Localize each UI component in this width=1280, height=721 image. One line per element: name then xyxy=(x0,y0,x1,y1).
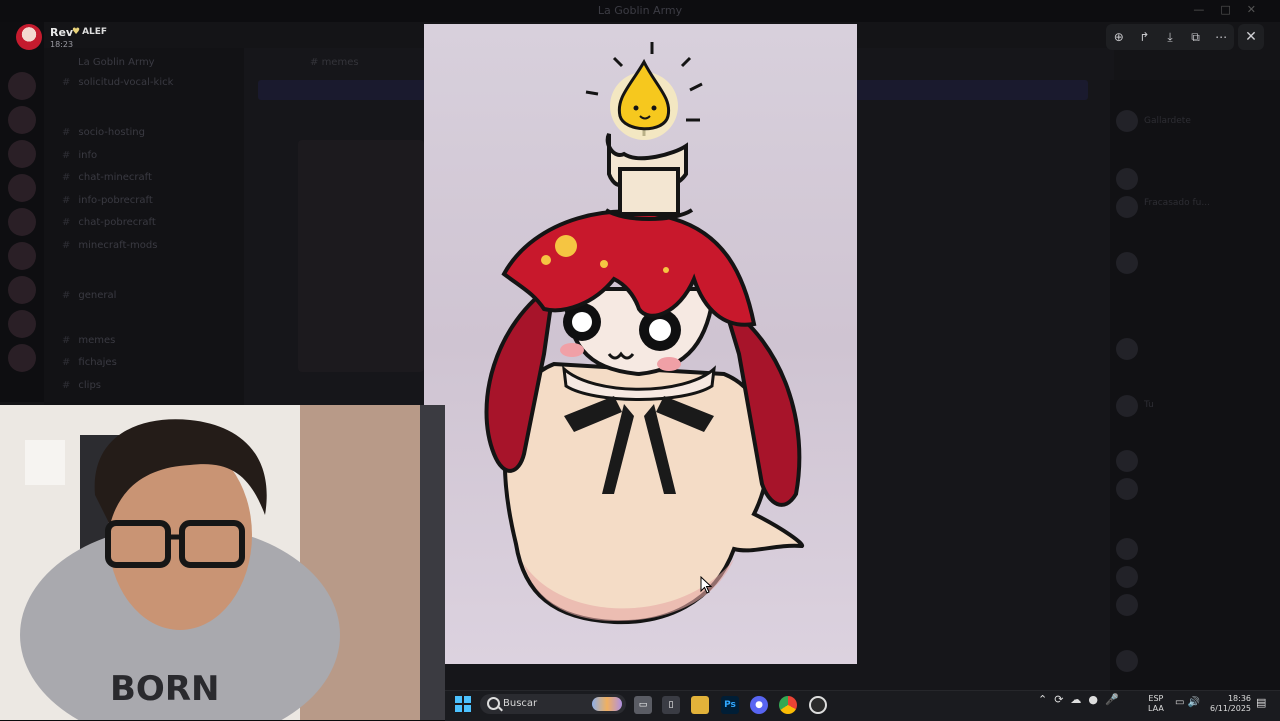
server-icon[interactable] xyxy=(8,72,36,100)
file-explorer-icon[interactable] xyxy=(691,696,709,714)
server-icon[interactable] xyxy=(8,344,36,372)
member-avatar[interactable] xyxy=(1116,594,1138,616)
discord-icon[interactable]: ● xyxy=(750,696,768,714)
zoom-in-icon[interactable]: ⊕ xyxy=(1109,30,1129,44)
close-icon[interactable]: ✕ xyxy=(1238,24,1264,50)
server-icon[interactable] xyxy=(8,242,36,270)
system-tray[interactable]: ⌃ ⟳ ☁ ● 🎤 xyxy=(1038,693,1119,706)
channel-item[interactable]: # socio-hosting xyxy=(62,127,145,138)
channel-item[interactable]: # memes xyxy=(62,335,115,346)
network-volume-icons[interactable]: ▭ 🔊 xyxy=(1175,697,1200,708)
author-name[interactable]: Rev xyxy=(50,26,73,39)
member-avatar[interactable] xyxy=(1116,168,1138,190)
search-highlight-icon xyxy=(592,697,622,711)
viewer-image[interactable] xyxy=(424,24,857,664)
download-icon[interactable]: ⤓ xyxy=(1160,30,1180,45)
member-name[interactable]: Fracasado fu... xyxy=(1144,198,1210,208)
pinned-app-icon[interactable]: ▯ xyxy=(662,696,680,714)
window-controls[interactable]: —□✕ xyxy=(1193,3,1272,16)
search-label: Buscar xyxy=(503,698,538,709)
channel-list xyxy=(44,48,244,408)
member-name[interactable]: Gallardete xyxy=(1144,116,1191,126)
channel-item[interactable]: # info-pobrecraft xyxy=(62,195,153,206)
member-avatar[interactable] xyxy=(1116,395,1138,417)
channel-item[interactable]: # clips xyxy=(62,380,101,391)
server-sidebar xyxy=(0,22,44,402)
member-avatar[interactable] xyxy=(1116,338,1138,360)
member-avatar[interactable] xyxy=(1116,478,1138,500)
channel-item[interactable]: # minecraft-mods xyxy=(62,240,157,251)
chrome-icon[interactable] xyxy=(779,696,797,714)
open-external-icon[interactable]: ⧉ xyxy=(1186,30,1206,45)
server-icon[interactable] xyxy=(8,310,36,338)
windows-start-icon[interactable] xyxy=(455,696,471,712)
photoshop-icon[interactable]: Ps xyxy=(721,696,739,714)
webcam-overlay: BORN xyxy=(0,405,445,720)
channel-item[interactable]: # chat-minecraft xyxy=(62,172,152,183)
title-bar: La Goblin Army xyxy=(0,0,1280,22)
server-icon[interactable] xyxy=(8,140,36,168)
chat-header: # memes xyxy=(310,57,359,68)
member-avatar[interactable] xyxy=(1116,196,1138,218)
window-title: La Goblin Army xyxy=(597,4,683,17)
more-icon[interactable]: ⋯ xyxy=(1211,30,1231,44)
candle-ghost-illustration xyxy=(484,42,805,625)
viewer-toolbar: ⊕ ↱ ⤓ ⧉ ⋯ xyxy=(1106,24,1234,50)
search-icon xyxy=(487,697,500,710)
obs-icon[interactable] xyxy=(809,696,827,714)
member-avatar[interactable] xyxy=(1116,538,1138,560)
language-indicator[interactable]: ESP LAA xyxy=(1148,694,1164,714)
clock[interactable]: 18:36 6/11/2025 xyxy=(1210,694,1251,714)
server-icon[interactable] xyxy=(8,174,36,202)
task-view-icon[interactable]: ▭ xyxy=(634,696,652,714)
channel-item[interactable]: # solicitud-vocal-kick xyxy=(62,77,173,88)
channel-item[interactable]: # general xyxy=(62,290,116,301)
member-name[interactable]: Tu xyxy=(1144,400,1154,410)
forward-icon[interactable]: ↱ xyxy=(1134,30,1154,44)
author-badge: ♥ ALEF xyxy=(72,27,108,37)
svg-text:BORN: BORN xyxy=(110,669,219,709)
server-icon[interactable] xyxy=(8,208,36,236)
member-avatar[interactable] xyxy=(1116,650,1138,672)
image-thumbnail[interactable] xyxy=(298,140,424,372)
member-avatar[interactable] xyxy=(1116,110,1138,132)
mouse-cursor-icon xyxy=(700,575,713,598)
member-avatar[interactable] xyxy=(1116,566,1138,588)
server-icon[interactable] xyxy=(8,276,36,304)
channel-item[interactable]: # fichajes xyxy=(62,357,117,368)
server-icon[interactable] xyxy=(8,106,36,134)
member-avatar[interactable] xyxy=(1116,450,1138,472)
author-avatar[interactable] xyxy=(16,24,42,50)
channel-item[interactable]: # info xyxy=(62,150,97,161)
member-avatar[interactable] xyxy=(1116,252,1138,274)
channel-item[interactable]: # chat-pobrecraft xyxy=(62,217,156,228)
server-name: La Goblin Army xyxy=(78,57,155,68)
notification-icon[interactable]: ▤ xyxy=(1256,696,1266,709)
message-timestamp: 18:23 xyxy=(50,40,74,49)
